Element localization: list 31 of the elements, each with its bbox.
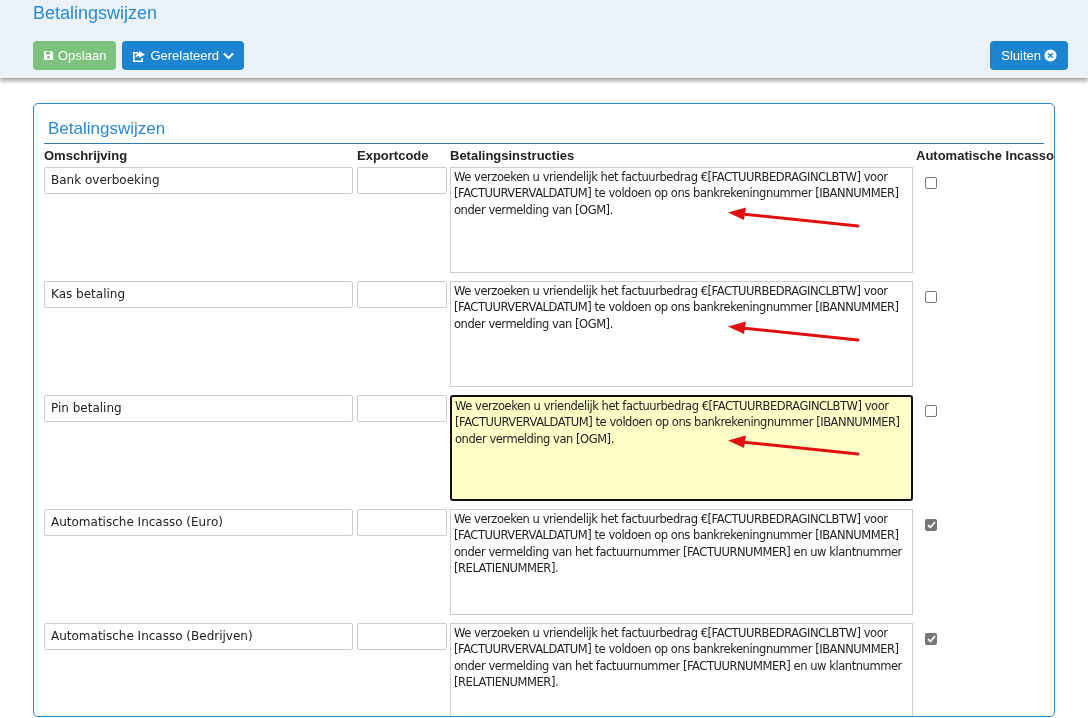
chevron-down-icon [223,51,235,60]
instructions-text-area[interactable]: We verzoeken u vriendelijk het factuurbedrag €[FACTUURBEDRAGINCLBTW] voor [FACTUURVERVALDATUM] te voldoen op ons bankrekeningnummer [IBANNUMMER] onder vermelding van [OGM]. [450,394,913,501]
checkbox[interactable] [925,404,937,417]
close-button[interactable]: Sluiten [990,41,1068,70]
share-icon [132,49,147,62]
instructions-text-area[interactable]: We verzoeken u vriendelijk het factuurbedrag €[FACTUURBEDRAGINCLBTW] voor [FACTUURVERVALDATUM] te voldoen op ons bankrekeningnummer [IBANNUMMER] onder vermelding van het factuurnummer [FACTUURNUMMER] en uw klantnummer [RELATIENUMMER]. [450,508,913,615]
column-header: Betalingsinstructies [450,146,576,165]
column-header: Exportcode [357,146,430,165]
column-header: Omschrijving [44,146,129,165]
column-header: Automatische Incasso [916,146,1054,165]
export-code-field[interactable] [357,280,447,308]
description-field[interactable]: Kas betaling [44,280,353,308]
checkbox[interactable] [925,176,937,189]
close-icon [1044,49,1057,62]
export-code-field[interactable] [357,508,447,536]
description-field[interactable]: Automatische Incasso (Euro) [44,508,353,536]
page-title: Betalingswijzen [33,3,159,25]
export-code-field[interactable] [357,166,447,194]
checkbox[interactable] [925,290,937,303]
related-dropdown-button[interactable]: Gerelateerd [122,41,245,70]
export-code-field[interactable] [357,622,447,650]
instructions-text-area[interactable]: We verzoeken u vriendelijk het factuurbedrag €[FACTUURBEDRAGINCLBTW] voor [FACTUURVERVALDATUM] te voldoen op ons bankrekeningnummer [IBANNUMMER] onder vermelding van [OGM]. [450,166,913,273]
export-code-field[interactable] [357,394,447,422]
description-field[interactable]: Pin betaling [44,394,353,422]
checkbox[interactable] [925,518,937,531]
checkbox[interactable] [925,632,937,645]
panel-title: Betalingswijzen [44,116,1044,144]
instructions-text-area[interactable]: We verzoeken u vriendelijk het factuurbedrag €[FACTUURBEDRAGINCLBTW] voor [FACTUURVERVALDATUM] te voldoen op ons bankrekeningnummer [IBANNUMMER] onder vermelding van het factuurnummer [FACTUURNUMMER] en uw klantnummer [RELATIENUMMER]. [450,622,913,716]
description-field[interactable]: Automatische Incasso (Bedrijven) [44,622,353,650]
description-field[interactable]: Bank overboeking [44,166,353,194]
instructions-text-area[interactable]: We verzoeken u vriendelijk het factuurbedrag €[FACTUURBEDRAGINCLBTW] voor [FACTUURVERVALDATUM] te voldoen op ons bankrekeningnummer [IBANNUMMER] onder vermelding van [OGM]. [450,280,913,387]
